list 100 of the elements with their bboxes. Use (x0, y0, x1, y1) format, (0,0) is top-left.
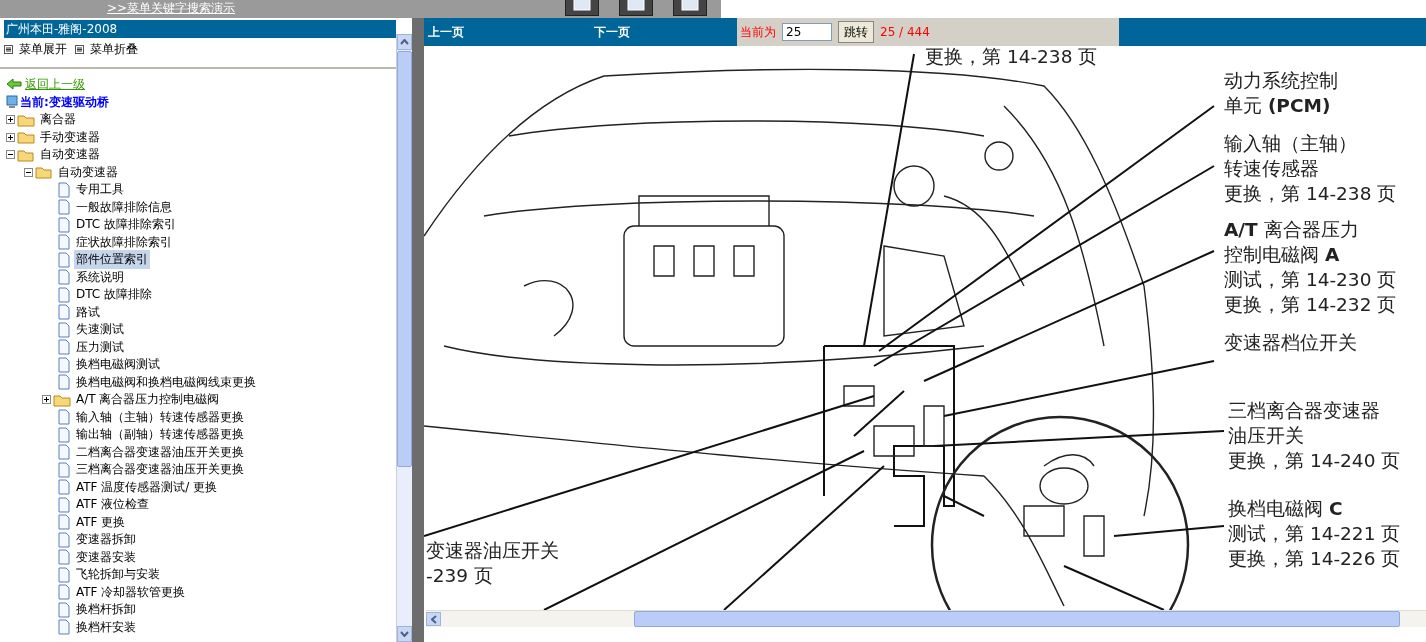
document-icon (57, 356, 71, 373)
computer-icon (6, 95, 18, 109)
plus-icon (7, 133, 14, 141)
page-icon (626, 0, 647, 11)
document-icon (57, 286, 71, 303)
tree-item[interactable]: 二档离合器变速器油压开关更换 (74, 442, 246, 462)
document-icon (57, 181, 71, 198)
callout-label: A/T 离合器压力 控制电磁阀 A 测试，第 14-230 页 更换，第 14-232 页 (1224, 218, 1397, 317)
folder-icon (17, 147, 35, 162)
page-number-field[interactable]: 25 (782, 23, 832, 41)
expand-toggle[interactable] (6, 115, 15, 125)
scroll-down-icon (400, 631, 409, 637)
current-section: 当前:变速驱动桥 (20, 93, 109, 111)
document-icon (57, 549, 71, 566)
document-icon (57, 269, 71, 286)
collapse-toggle[interactable] (6, 150, 15, 160)
next-page-link[interactable]: 下一页 (594, 23, 630, 41)
go-button[interactable]: 跳转 (838, 21, 874, 43)
tree-item[interactable]: ATF 冷却器软管更换 (74, 582, 188, 602)
tree-item[interactable]: 路试 (74, 302, 102, 322)
callout-label: 动力系统控制 单元 (PCM) (1224, 69, 1338, 118)
tree-item[interactable]: ATF 液位检查 (74, 495, 152, 515)
callout-label: 更换，第 14-238 页 (925, 46, 1098, 69)
callout-label: 换档电磁阀 C 测试，第 14-221 页 更换，第 14-226 页 (1228, 497, 1401, 571)
tree-item[interactable]: ATF 温度传感器测试/ 更换 (74, 477, 220, 497)
scroll-up-icon (400, 39, 409, 45)
document-icon (57, 601, 71, 618)
expand-toggle[interactable] (42, 395, 51, 405)
plus-icon (7, 116, 14, 124)
document-icon (57, 461, 71, 478)
callout-label: 变速器油压开关 -239 页 (426, 539, 559, 588)
document-icon (57, 234, 71, 251)
tree-item[interactable]: 手动变速器 (38, 127, 102, 147)
page-icon (572, 0, 593, 11)
document-icon (57, 619, 71, 636)
list-icon (4, 44, 13, 54)
tree-item[interactable]: DTC 故障排除索引 (74, 215, 179, 235)
tree-item[interactable]: ATF 更换 (74, 512, 128, 532)
document-icon (57, 216, 71, 233)
vertical-scrollbar[interactable] (396, 34, 412, 642)
tree-item[interactable]: 自动变速器 (38, 145, 102, 165)
back-arrow-icon (6, 78, 22, 90)
document-icon (57, 514, 71, 531)
tree-item[interactable]: 输入轴（主轴）转速传感器更换 (74, 407, 246, 427)
document-icon (57, 566, 71, 583)
tree-item[interactable]: 一般故障排除信息 (74, 197, 174, 217)
document-icon (57, 496, 71, 513)
tree-item[interactable]: 专用工具 (74, 180, 126, 200)
document-icon (57, 339, 71, 356)
tree-item[interactable]: 换档杆安装 (74, 617, 138, 637)
folder-icon (17, 112, 35, 127)
callout-label: 输入轴（主轴） 转速传感器 更换，第 14-238 页 (1224, 132, 1397, 206)
tree-item[interactable]: 离合器 (38, 110, 78, 130)
scroll-left-icon (430, 614, 437, 624)
tree-item[interactable]: 输出轴（副轴）转速传感器更换 (74, 425, 246, 445)
document-icon (57, 409, 71, 426)
tree-item[interactable]: 自动变速器 (56, 162, 120, 182)
menu-toggle[interactable]: 菜单折叠 (75, 40, 138, 58)
callout-label: 三档离合器变速器 油压开关 更换，第 14-240 页 (1228, 399, 1401, 473)
document-icon (57, 304, 71, 321)
current-page-label: 当前为 (740, 23, 776, 41)
list-icon (75, 44, 84, 54)
document-icon (57, 444, 71, 461)
document-icon (57, 479, 71, 496)
document-icon (57, 584, 71, 601)
previous-page-link[interactable]: 上一页 (428, 23, 464, 41)
folder-icon (17, 130, 35, 145)
back-link[interactable]: 返回上一级 (25, 75, 85, 93)
tree-item[interactable]: 失速测试 (74, 320, 126, 340)
folder-icon (53, 392, 71, 407)
tree-item[interactable]: 症状故障排除索引 (74, 232, 174, 252)
tree-item[interactable]: 部件位置索引 (74, 250, 150, 270)
document-icon (57, 426, 71, 443)
tree-item[interactable]: 换档电磁阀和换档电磁阀线束更换 (74, 372, 258, 392)
tree-item[interactable]: 飞轮拆卸与安装 (74, 565, 162, 585)
horizontal-scrollbar[interactable] (426, 610, 1426, 627)
tree-item[interactable]: A/T 离合器压力控制电磁阀 (74, 390, 222, 410)
tree-item[interactable]: 压力测试 (74, 337, 126, 357)
menu-toggle[interactable]: 菜单展开 (4, 40, 67, 58)
tree-item[interactable]: 换档电磁阀测试 (74, 355, 162, 375)
collapse-toggle[interactable] (24, 167, 33, 177)
plus-icon (43, 396, 50, 404)
document-icon (57, 251, 71, 268)
leader-line (943, 495, 985, 517)
folder-icon (35, 165, 53, 180)
document-icon (57, 199, 71, 216)
tree-item[interactable]: 换档杆拆卸 (74, 600, 138, 620)
tree-item[interactable]: 三档离合器变速器油压开关更换 (74, 460, 246, 480)
tree-item[interactable]: 变速器安装 (74, 547, 138, 567)
page-icon (680, 0, 701, 11)
tree-item[interactable]: 系统说明 (74, 267, 126, 287)
book-title: 广州本田-雅阁-2008 (4, 20, 396, 38)
page-count: 25 / 444 (880, 25, 930, 39)
expand-toggle[interactable] (6, 132, 15, 142)
tree-item[interactable]: 变速器拆卸 (74, 530, 138, 550)
document-icon (57, 531, 71, 548)
callout-label: 变速器档位开关 (1224, 331, 1357, 355)
tree-item[interactable]: DTC 故障排除 (74, 285, 155, 305)
document-icon (57, 321, 71, 338)
document-icon (57, 374, 71, 391)
